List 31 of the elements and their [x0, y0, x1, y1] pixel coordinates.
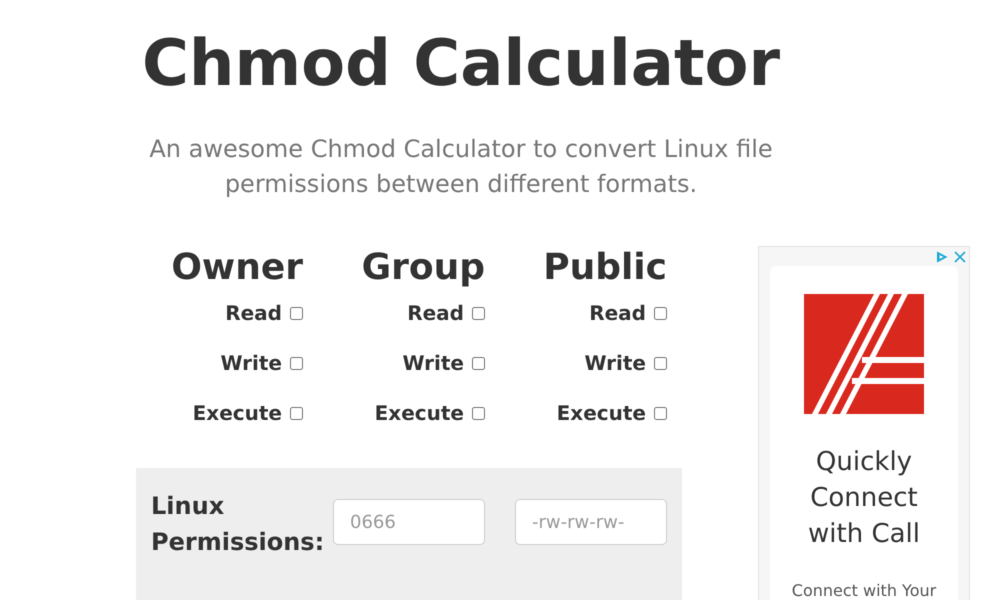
permission-checkbox[interactable] [290, 306, 303, 320]
ad-heading: Quickly Connect with Call [807, 446, 921, 551]
permission-label: Read [589, 301, 646, 325]
permission-checkbox[interactable] [472, 356, 485, 370]
linux-permissions-label: Linux Permissions: [151, 491, 326, 558]
input-field[interactable]: 0666 [333, 499, 485, 545]
ad-choices-icon[interactable] [935, 250, 949, 264]
group-heading: Public [543, 246, 667, 290]
permission-label: Read [407, 301, 464, 325]
permission-label: Write [220, 351, 282, 375]
group-heading: Group [362, 246, 485, 290]
page-subtitle: An awesome Chmod Calculator to convert Linux file permissions between different formats. [148, 134, 774, 200]
permission-checkbox[interactable] [654, 406, 667, 420]
page-title: Chmod Calculator [140, 26, 782, 102]
permission-label: Write [584, 351, 646, 375]
permission-checkbox[interactable] [290, 406, 303, 420]
permission-checkbox[interactable] [654, 306, 667, 320]
group-heading: Owner [171, 246, 303, 290]
permission-checkbox[interactable] [654, 356, 667, 370]
permission-label: Read [225, 301, 282, 325]
permission-checkbox[interactable] [290, 356, 303, 370]
logo-icon [804, 294, 924, 414]
input-field[interactable]: -rw-rw-rw- [515, 499, 667, 545]
close-icon[interactable] [953, 250, 967, 264]
permission-label: Execute [556, 401, 646, 425]
ad-text: Connect with Your [790, 580, 938, 600]
permission-label: Execute [374, 401, 464, 425]
permission-label: Write [402, 351, 464, 375]
permission-label: Execute [192, 401, 282, 425]
permission-checkbox[interactable] [472, 306, 485, 320]
permission-checkbox[interactable] [472, 406, 485, 420]
